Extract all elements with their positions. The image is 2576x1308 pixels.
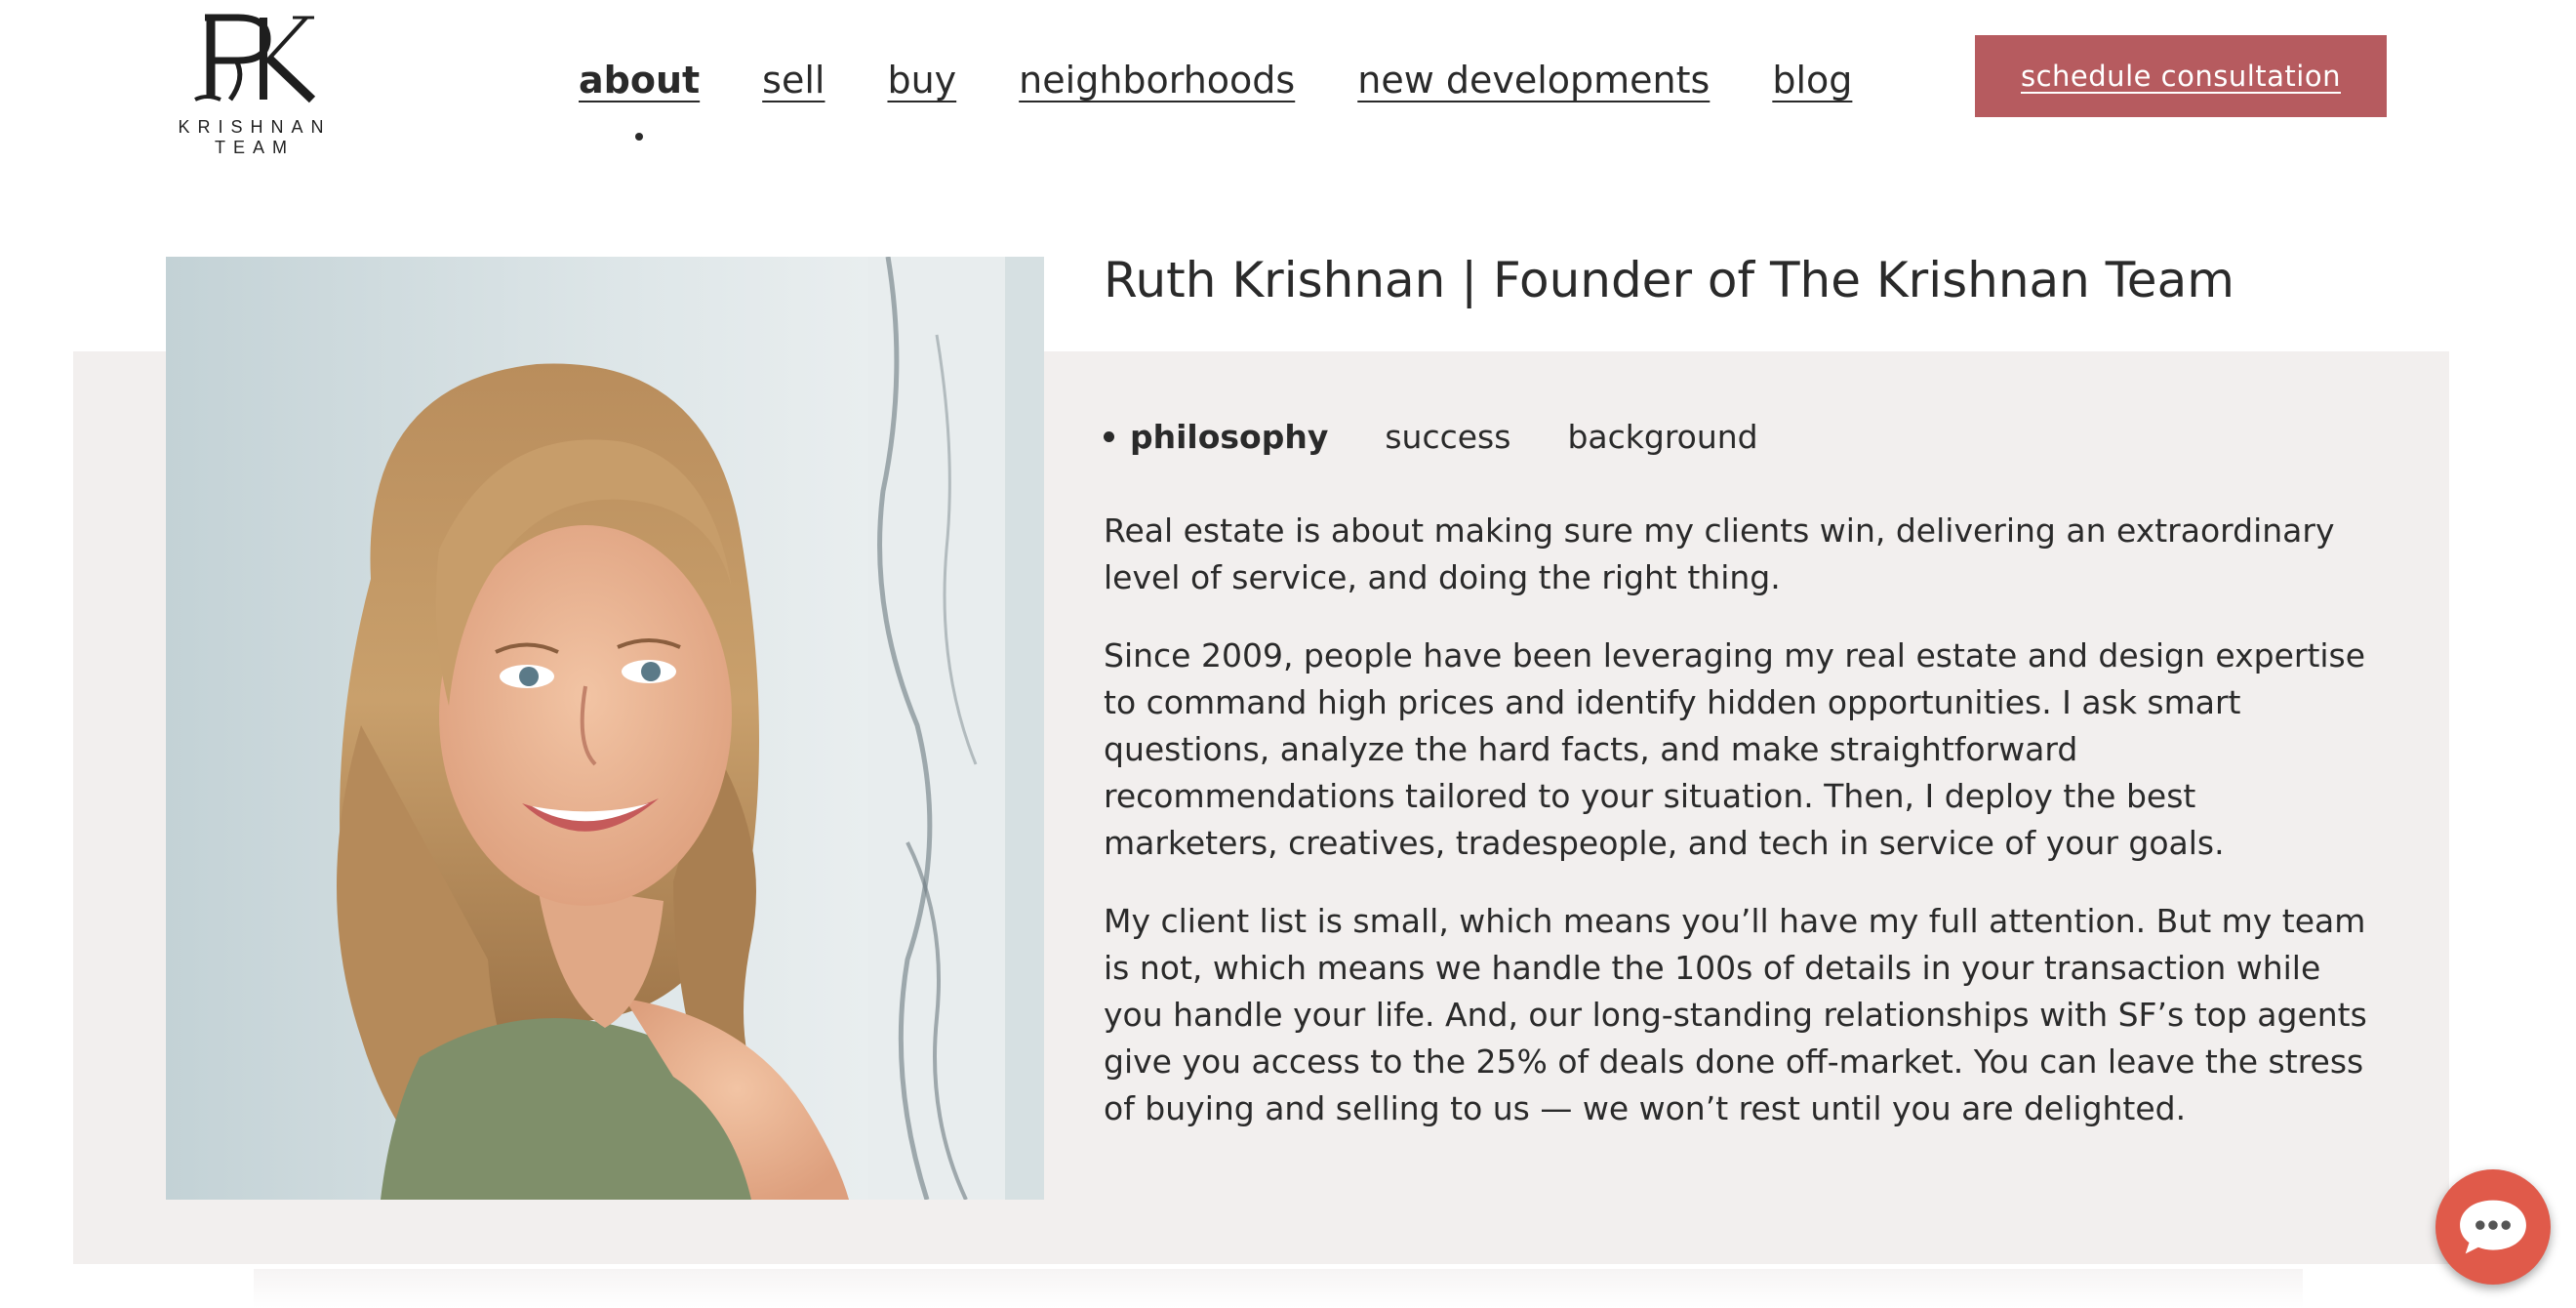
logo-wordmark: KRISHNAN TEAM (178, 117, 332, 157)
section-divider-shadow (254, 1269, 2303, 1308)
tab-background[interactable]: background (1567, 418, 1757, 456)
logo[interactable]: KRISHNAN TEAM (133, 10, 377, 157)
nav-link-sell[interactable]: sell (762, 59, 825, 102)
tab-label: background (1567, 417, 1758, 456)
rk-monogram-icon (194, 14, 316, 103)
active-indicator-dot (635, 133, 644, 141)
chat-bubble-icon (2460, 1200, 2526, 1254)
nav-link-neighborhoods[interactable]: neighborhoods (1019, 59, 1295, 102)
nav-link-new-developments[interactable]: new developments (1357, 59, 1710, 102)
portrait-photo-illustration (166, 257, 1044, 1200)
chat-widget-button[interactable] (2435, 1169, 2551, 1285)
nav-link-about[interactable]: about (579, 59, 701, 141)
profile-photo (166, 257, 1044, 1200)
tab-label: philosophy (1130, 417, 1329, 456)
tab-philosophy[interactable]: philosophy (1104, 418, 1328, 456)
paragraph: My client list is small, which means you… (1104, 902, 2367, 1127)
schedule-consultation-button[interactable]: schedule consultation (1975, 35, 2387, 117)
content-tabs: philosophy success background (1104, 415, 1815, 458)
tab-label: success (1385, 417, 1511, 456)
main-nav: about sell buy neighborhoods new develop… (579, 51, 1914, 141)
tab-success[interactable]: success (1385, 418, 1510, 456)
site-header: KRISHNAN TEAM about sell buy neighborhoo… (0, 0, 2576, 166)
paragraph: Since 2009, people have been leveraging … (1104, 636, 2366, 862)
nav-link-buy[interactable]: buy (887, 59, 956, 102)
active-tab-dot (1104, 430, 1114, 442)
philosophy-content: Real estate is about making sure my clie… (1104, 508, 2377, 1164)
nav-link-label: about (579, 59, 701, 102)
paragraph: Real estate is about making sure my clie… (1104, 511, 2335, 596)
nav-link-blog[interactable]: blog (1772, 59, 1852, 102)
page-title: Ruth Krishnan | Founder of The Krishnan … (1104, 252, 2234, 308)
